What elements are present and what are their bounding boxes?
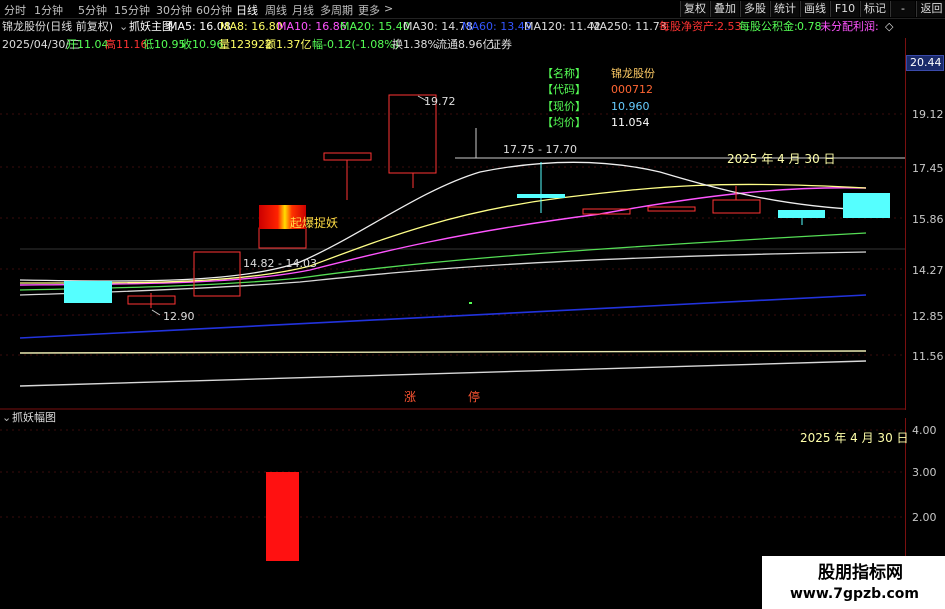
price-tick: 19.12: [912, 108, 944, 121]
info-key-price: 【现价】: [542, 100, 586, 113]
ma20-line: [19, 232, 867, 291]
sub-chart-title[interactable]: 抓妖幅图: [12, 411, 56, 424]
ma10-line: [19, 187, 867, 286]
candle-down: [843, 193, 890, 218]
ma120-line: [19, 360, 867, 387]
qibao-badge-label: 起爆捉妖: [290, 216, 339, 230]
range-label-1482: 14.82 - 14.03: [243, 257, 317, 270]
info-key-name: 【名称】: [542, 67, 586, 80]
price-gridlines: [0, 113, 905, 356]
info-value-code: 000712: [611, 83, 653, 96]
info-key-avg: 【均价】: [542, 116, 586, 129]
candle-up: [323, 152, 372, 161]
low-price-label: 12.90: [163, 310, 195, 323]
info-value-avg: 11.054: [611, 116, 650, 129]
sub-chart-date: 2025 年 4 月 30 日: [800, 431, 909, 445]
candle-up: [193, 251, 241, 297]
sub-tick: 3.00: [912, 466, 937, 479]
watermark-title: 股朋指标网: [818, 563, 903, 583]
zhang-marker: 涨: [404, 390, 417, 404]
sub-gridlines: [0, 429, 905, 518]
price-tick: 14.27: [912, 264, 944, 277]
dot-marker: [469, 302, 472, 304]
stock-info-box: 【名称】 锦龙股份 【代码】 000712 【现价】 10.960 【均价】 1…: [542, 67, 662, 131]
candles: [64, 94, 890, 308]
high-price-label: 19.72: [424, 95, 456, 108]
info-key-code: 【代码】: [542, 83, 586, 96]
info-value-price: 10.960: [611, 100, 650, 113]
price-tick: 15.86: [912, 213, 944, 226]
candle-up: [647, 206, 696, 212]
ting-marker: 停: [468, 390, 481, 404]
sub-chart-bar: [266, 472, 299, 561]
candle-down: [778, 210, 825, 218]
candle-up: [258, 227, 307, 249]
candle-down: [517, 194, 565, 198]
site-watermark: 股朋指标网 www.7gpzb.com: [762, 556, 945, 609]
current-price-tag: 20.44: [906, 55, 944, 71]
candle-down: [64, 281, 112, 303]
back-button[interactable]: 返回: [916, 1, 945, 17]
price-tick: 12.85: [912, 310, 944, 323]
ma8-line: [19, 183, 867, 284]
low-arrow-icon: [151, 309, 161, 316]
range-label-1775: 17.75 - 17.70: [503, 143, 577, 156]
current-price-value: 20.44: [910, 56, 942, 69]
ma250-line: [19, 350, 867, 354]
candlestick-chart[interactable]: [0, 0, 905, 410]
ma60-line: [19, 294, 867, 339]
price-tick: 11.56: [912, 350, 944, 363]
sub-chart-header: ⌄ 抓妖幅图: [0, 410, 905, 425]
sub-chart-toggle-icon[interactable]: ⌄: [2, 411, 11, 424]
watermark-url: www.7gpzb.com: [790, 586, 920, 602]
sub-tick: 4.00: [912, 424, 937, 437]
sub-tick: 2.00: [912, 511, 937, 524]
main-date-label: 2025 年 4 月 30 日: [727, 152, 836, 166]
info-value-name: 锦龙股份: [611, 67, 655, 80]
ma30-line: [19, 251, 867, 296]
candle-up: [712, 199, 761, 214]
price-tick: 17.45: [912, 162, 944, 175]
